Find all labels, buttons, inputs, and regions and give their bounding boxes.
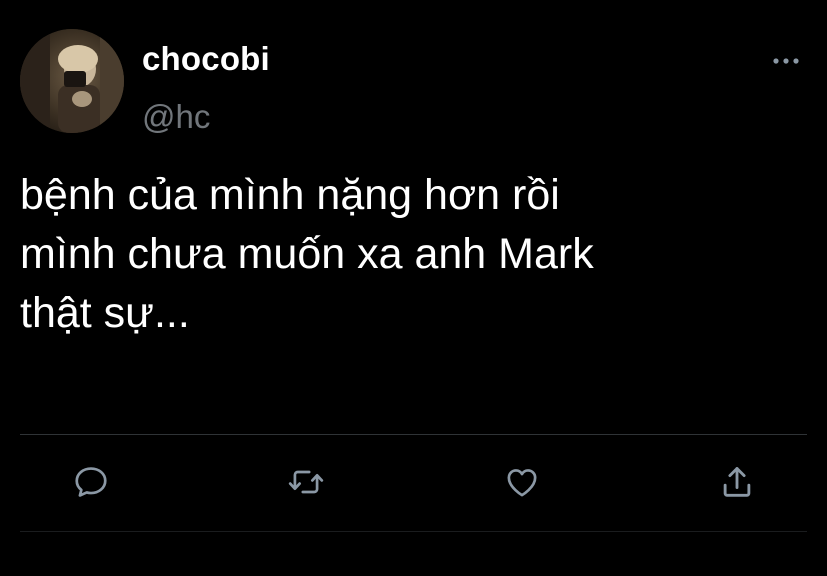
retweet-button[interactable] [286,462,326,502]
user-handle[interactable]: @hc [142,98,210,136]
share-button[interactable] [717,462,757,502]
tweet-text-line: mình chưa muốn xa anh Mark [20,230,594,278]
tweet-text-line: bệnh của mình nặng hơn rồi [20,171,560,219]
reply-button[interactable] [71,462,111,502]
share-icon [723,467,751,497]
tweet-card: chocobi @hc bệnh của mình nặng hơn rồi m… [0,0,827,576]
more-icon [773,58,799,64]
retweet-icon [288,470,324,494]
tweet-text-line: thật sự... [20,289,190,337]
avatar-photo [20,29,124,133]
more-button[interactable] [766,46,806,76]
display-name[interactable]: chocobi [142,40,270,78]
like-button[interactable] [502,462,542,502]
divider [20,434,807,435]
reply-icon [75,467,107,497]
divider [20,531,807,532]
tweet-text: bệnh của mình nặng hơn rồi mình chưa muố… [20,166,800,343]
like-icon [507,469,537,497]
avatar[interactable] [20,29,124,133]
